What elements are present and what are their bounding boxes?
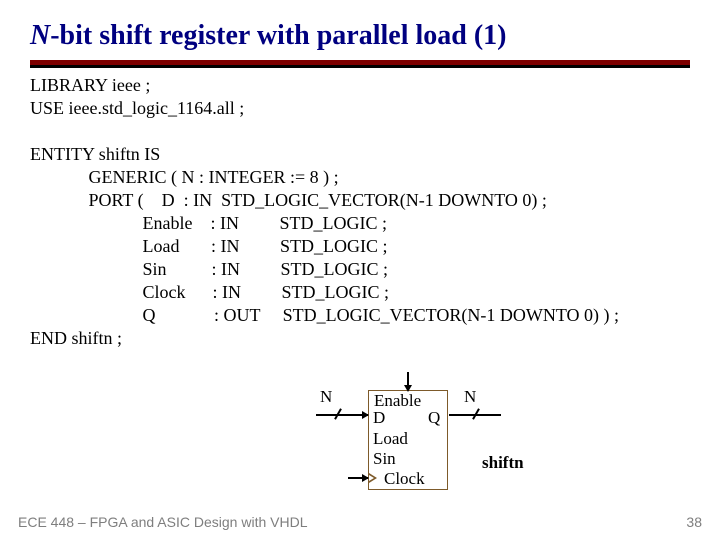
code-line: END shiftn ; [30,328,122,348]
code-line: ENTITY shiftn IS [30,144,160,164]
footer-text: ECE 448 – FPGA and ASIC Design with VHDL [18,514,307,530]
slide-title: N-bit shift register with parallel load … [0,0,720,60]
block-diagram: Enable N D Q N Load Sin Clock shiftn [260,377,580,497]
title-rule [0,60,720,68]
code-line: PORT ( D : IN STD_LOGIC_VECTOR(N-1 DOWNT… [30,190,547,210]
page-number: 38 [686,514,702,530]
title-italic-n: N [30,20,50,51]
code-line: USE ieee.std_logic_1164.all ; [30,98,244,118]
code-line: Q : OUT STD_LOGIC_VECTOR(N-1 DOWNTO 0) )… [30,305,619,325]
label-sin: Sin [373,449,396,469]
code-line: LIBRARY ieee ; [30,75,150,95]
label-n-left: N [320,387,332,407]
label-clock: Clock [384,469,425,489]
label-load: Load [373,429,408,449]
arrow-d [362,411,369,419]
code-line: GENERIC ( N : INTEGER := 8 ) ; [30,167,339,187]
label-shiftn: shiftn [482,453,524,473]
title-rest: -bit shift register with parallel load (… [50,20,506,51]
vhdl-code-block: LIBRARY ieee ; USE ieee.std_logic_1164.a… [0,68,720,350]
label-n-right: N [464,387,476,407]
clock-triangle-icon [369,473,377,483]
code-line: Load : IN STD_LOGIC ; [30,236,387,256]
label-q: Q [428,408,440,428]
code-line: Sin : IN STD_LOGIC ; [30,259,388,279]
wire-d [316,414,368,416]
arrow-clock [362,474,369,482]
code-line: Enable : IN STD_LOGIC ; [30,213,387,233]
code-line: Clock : IN STD_LOGIC ; [30,282,389,302]
label-d: D [373,408,385,428]
